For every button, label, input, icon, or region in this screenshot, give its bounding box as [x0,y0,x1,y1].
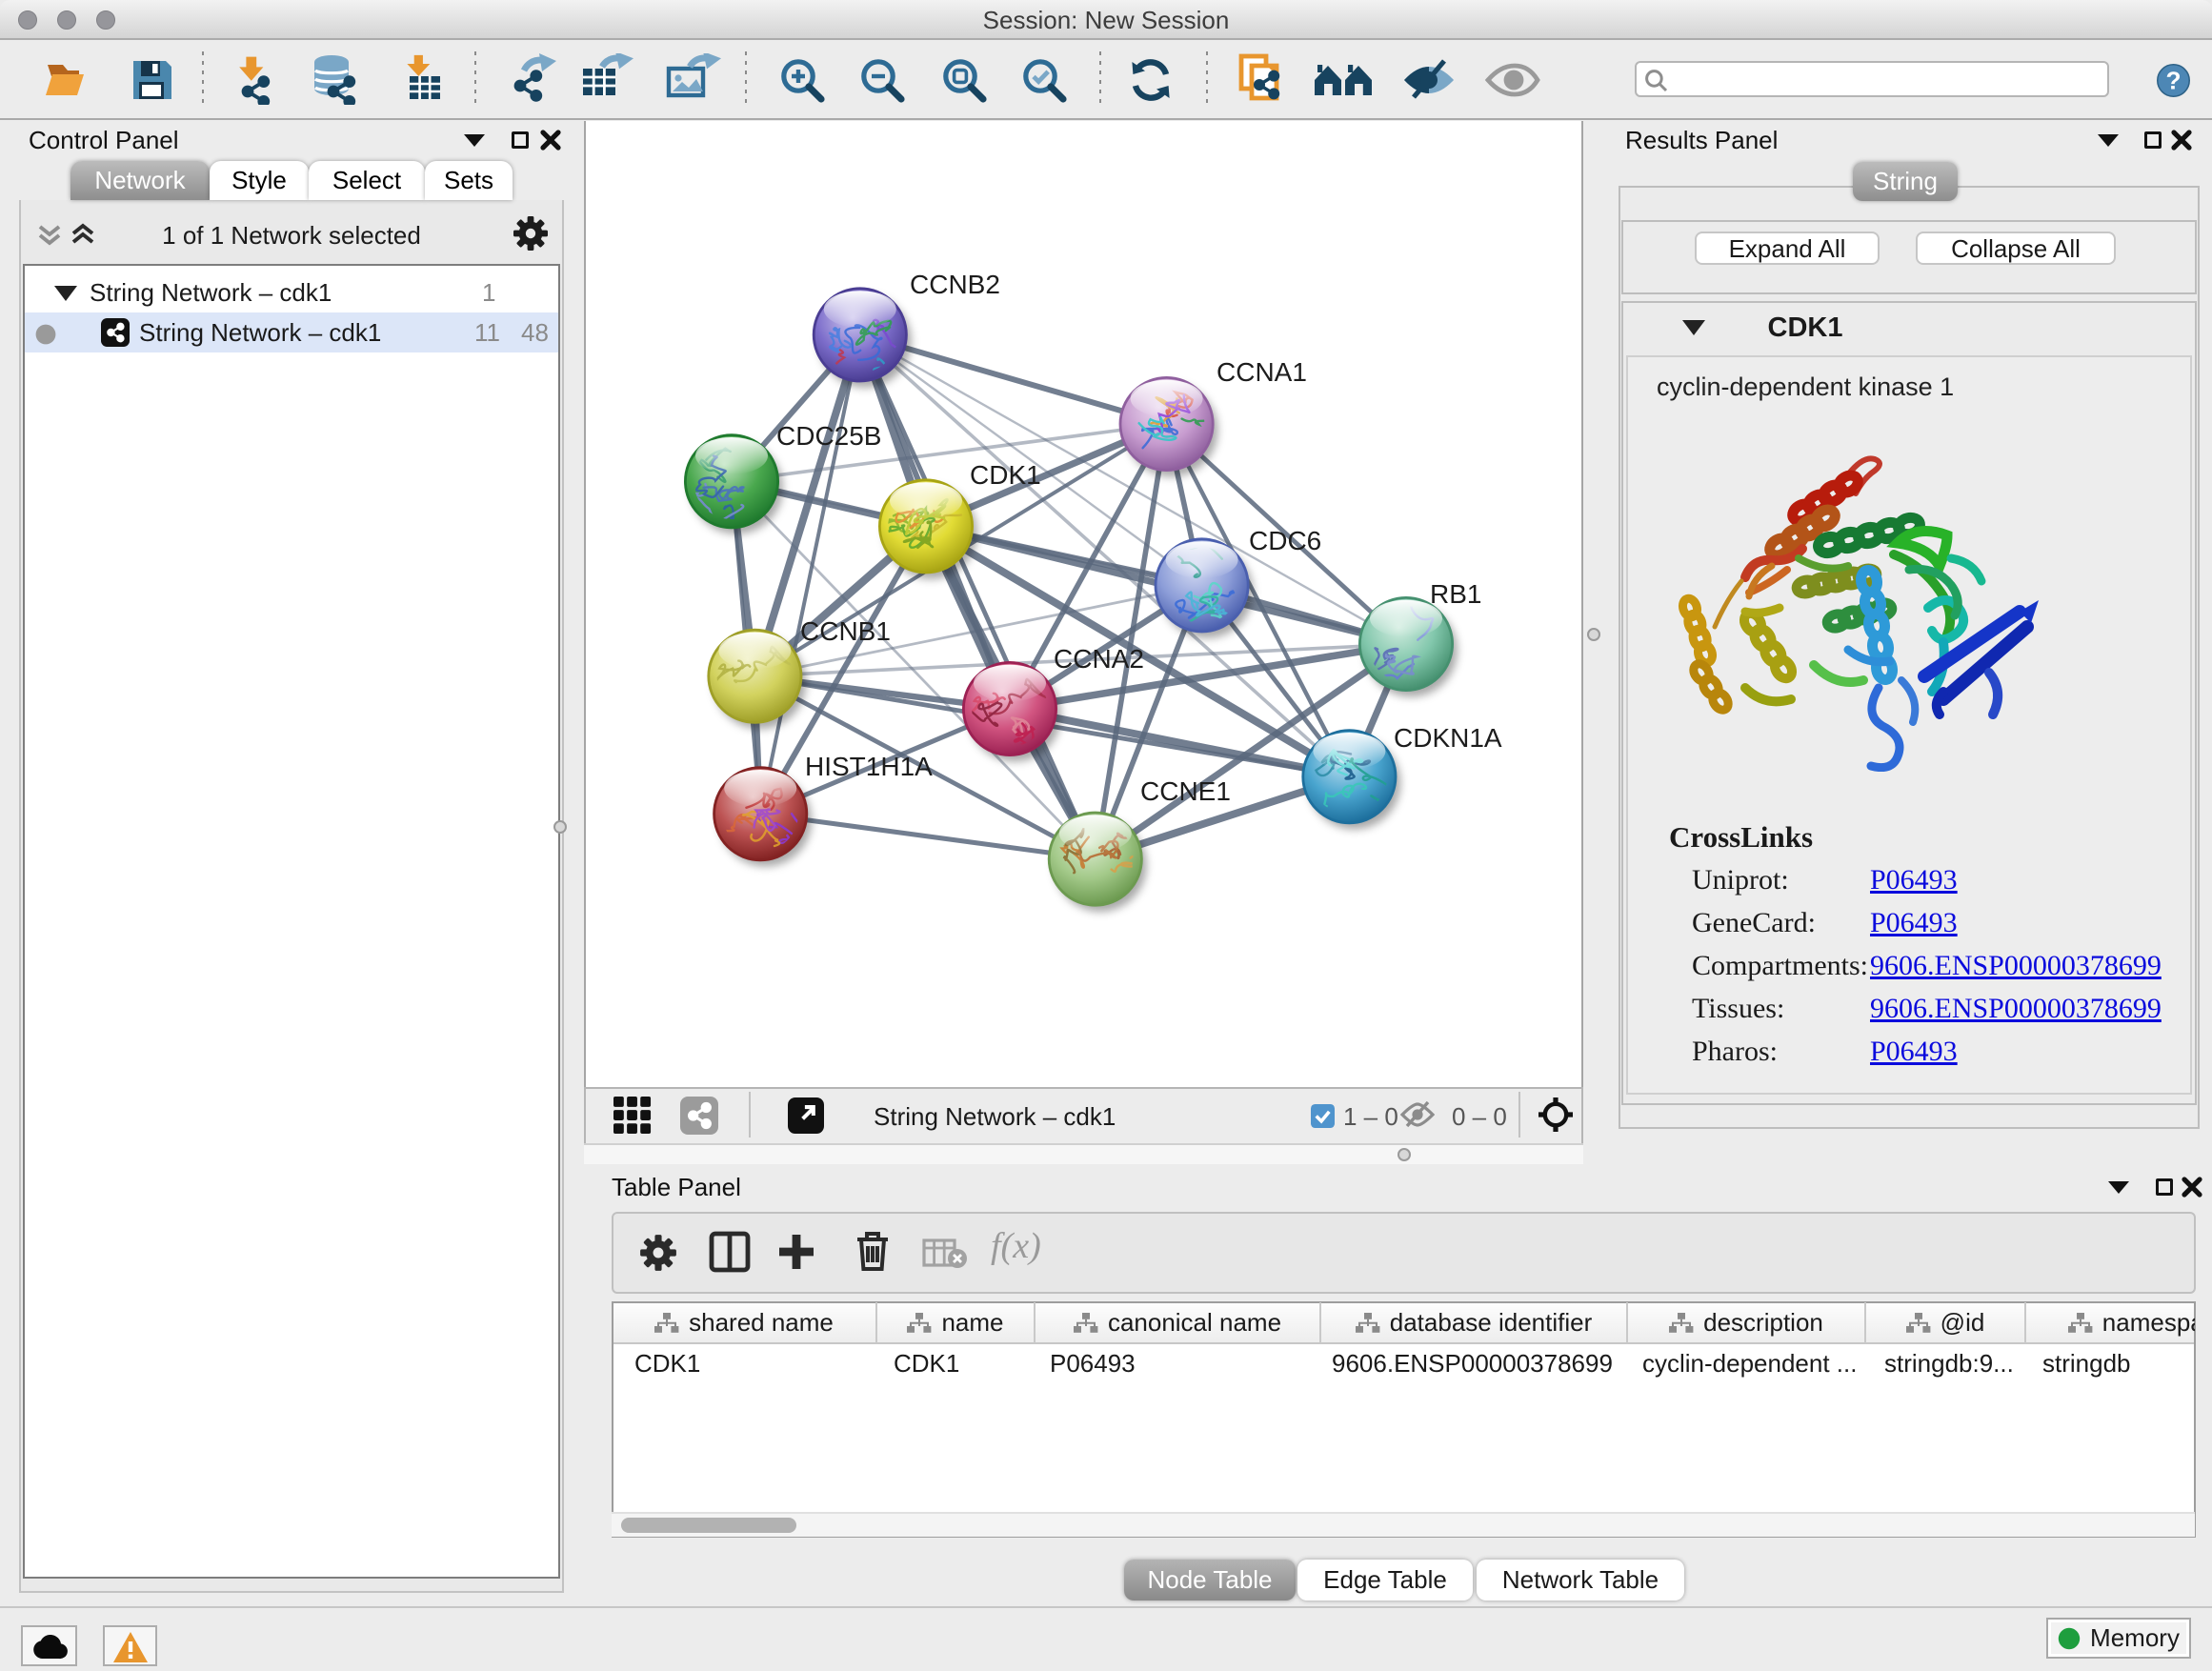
svg-text:CDK1: CDK1 [970,460,1041,490]
svg-text:CDC6: CDC6 [1249,526,1321,555]
svg-text:RB1: RB1 [1430,579,1481,609]
svg-text:?: ? [2165,66,2181,94]
svg-text:CDC25B: CDC25B [776,421,881,451]
svg-text:CCNE1: CCNE1 [1140,776,1231,806]
svg-text:CCNB2: CCNB2 [910,270,1000,299]
svg-text:CCNA1: CCNA1 [1217,357,1307,387]
svg-text:CCNB1: CCNB1 [800,616,891,646]
svg-text:CDKN1A: CDKN1A [1394,723,1502,753]
svg-text:HIST1H1A: HIST1H1A [805,752,933,781]
svg-text:CCNA2: CCNA2 [1054,644,1144,674]
